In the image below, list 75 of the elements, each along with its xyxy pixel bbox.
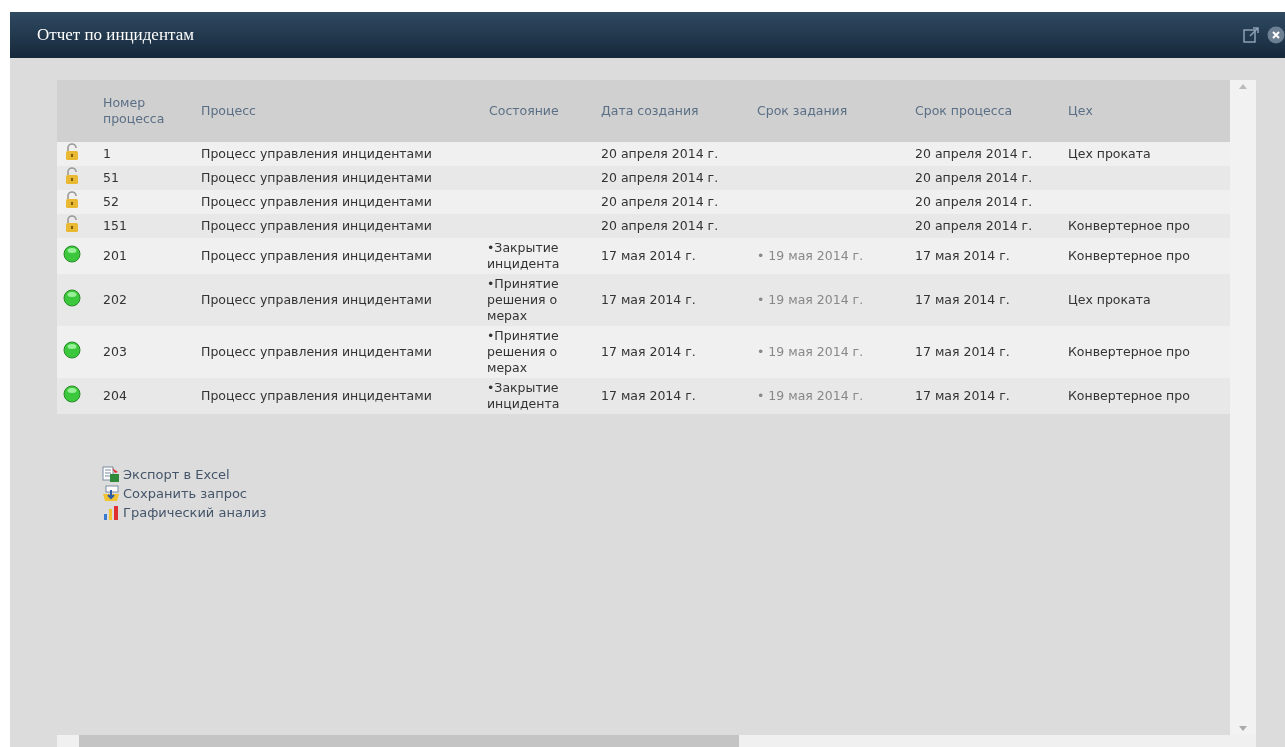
popout-icon[interactable] xyxy=(1243,27,1259,43)
table-cell: 1 xyxy=(97,142,195,166)
table-cell: 20 апреля 2014 г. xyxy=(909,142,1062,166)
status-dot-icon xyxy=(63,385,81,403)
column-header[interactable]: Процесс xyxy=(195,80,483,142)
table-cell: • 19 мая 2014 г. xyxy=(751,326,909,378)
scroll-up-icon[interactable] xyxy=(1239,84,1247,89)
table-cell: Процесс управления инцидентами xyxy=(195,378,483,414)
table-cell: Конвертерное про xyxy=(1062,378,1230,414)
table-cell: 17 мая 2014 г. xyxy=(595,274,751,326)
column-header[interactable]: Срок процесса xyxy=(909,80,1062,142)
table-cell: 17 мая 2014 г. xyxy=(595,326,751,378)
table-cell: 202 xyxy=(97,274,195,326)
table-cell: • 19 мая 2014 г. xyxy=(751,238,909,274)
table-cell: 151 xyxy=(97,214,195,238)
table-cell: 17 мая 2014 г. xyxy=(909,274,1062,326)
close-icon[interactable] xyxy=(1267,26,1285,44)
table-cell: 20 апреля 2014 г. xyxy=(909,190,1062,214)
table-cell: • 19 мая 2014 г. xyxy=(751,274,909,326)
horizontal-scrollbar[interactable] xyxy=(57,735,1256,747)
table-cell: •Принятие решения о мерах xyxy=(483,326,595,378)
bar-chart-icon xyxy=(102,504,120,521)
table-cell: 17 мая 2014 г. xyxy=(595,378,751,414)
table-cell: Процесс управления инцидентами xyxy=(195,326,483,378)
table-cell: •Закрытие инцидента xyxy=(483,238,595,274)
action-link[interactable]: Сохранить запрос xyxy=(102,485,247,502)
status-dot-icon xyxy=(63,289,81,307)
action-link[interactable]: Графический анализ xyxy=(102,504,267,521)
status-dot-icon xyxy=(63,245,81,263)
table-cell: Конвертерное про xyxy=(1062,238,1230,274)
table-cell: Процесс управления инцидентами xyxy=(195,142,483,166)
table-cell: Процесс управления инцидентами xyxy=(195,238,483,274)
table-cell: 20 апреля 2014 г. xyxy=(595,190,751,214)
window-title: Отчет по инцидентам xyxy=(37,25,194,45)
table-cell: 20 апреля 2014 г. xyxy=(595,166,751,190)
scroll-down-icon[interactable] xyxy=(1239,726,1247,731)
table-cell: 203 xyxy=(97,326,195,378)
table-cell: Конвертерное про xyxy=(1062,214,1230,238)
table-cell: •Принятие решения о мерах xyxy=(483,274,595,326)
table-cell: Процесс управления инцидентами xyxy=(195,274,483,326)
action-link[interactable]: Экспорт в Excel xyxy=(102,466,230,483)
table-cell: Процесс управления инцидентами xyxy=(195,190,483,214)
table-cell: 52 xyxy=(97,190,195,214)
padlock-icon xyxy=(65,143,79,161)
status-dot-icon xyxy=(63,341,81,359)
table-cell: 20 апреля 2014 г. xyxy=(909,166,1062,190)
table-cell: 17 мая 2014 г. xyxy=(909,378,1062,414)
column-header[interactable]: Срок задания xyxy=(751,80,909,142)
table-cell: • 19 мая 2014 г. xyxy=(751,378,909,414)
table-cell: 17 мая 2014 г. xyxy=(909,238,1062,274)
vertical-scrollbar[interactable] xyxy=(1230,80,1256,735)
column-header[interactable]: Цех xyxy=(1062,80,1230,142)
spreadsheet-export-icon xyxy=(102,466,120,483)
table-cell: 17 мая 2014 г. xyxy=(595,238,751,274)
table-cell: 51 xyxy=(97,166,195,190)
save-query-icon xyxy=(102,485,120,502)
table-cell: 17 мая 2014 г. xyxy=(909,326,1062,378)
table-cell: Цех проката xyxy=(1062,274,1230,326)
table-cell: 20 апреля 2014 г. xyxy=(595,142,751,166)
table-cell: Конвертерное про xyxy=(1062,326,1230,378)
table-cell: 201 xyxy=(97,238,195,274)
table-cell: 20 апреля 2014 г. xyxy=(909,214,1062,238)
table-cell: Цех проката xyxy=(1062,142,1230,166)
scrollbar-thumb[interactable] xyxy=(79,735,739,747)
table-cell: •Закрытие инцидента xyxy=(483,378,595,414)
column-header[interactable]: Дата создания xyxy=(595,80,751,142)
table-cell: 204 xyxy=(97,378,195,414)
table-cell: Процесс управления инцидентами xyxy=(195,166,483,190)
column-header[interactable]: Состояние xyxy=(483,80,595,142)
padlock-icon xyxy=(65,167,79,185)
column-header[interactable]: Номер процесса xyxy=(97,80,195,142)
table-cell: 20 апреля 2014 г. xyxy=(595,214,751,238)
padlock-icon xyxy=(65,191,79,209)
table-cell: Процесс управления инцидентами xyxy=(195,214,483,238)
padlock-icon xyxy=(65,215,79,233)
